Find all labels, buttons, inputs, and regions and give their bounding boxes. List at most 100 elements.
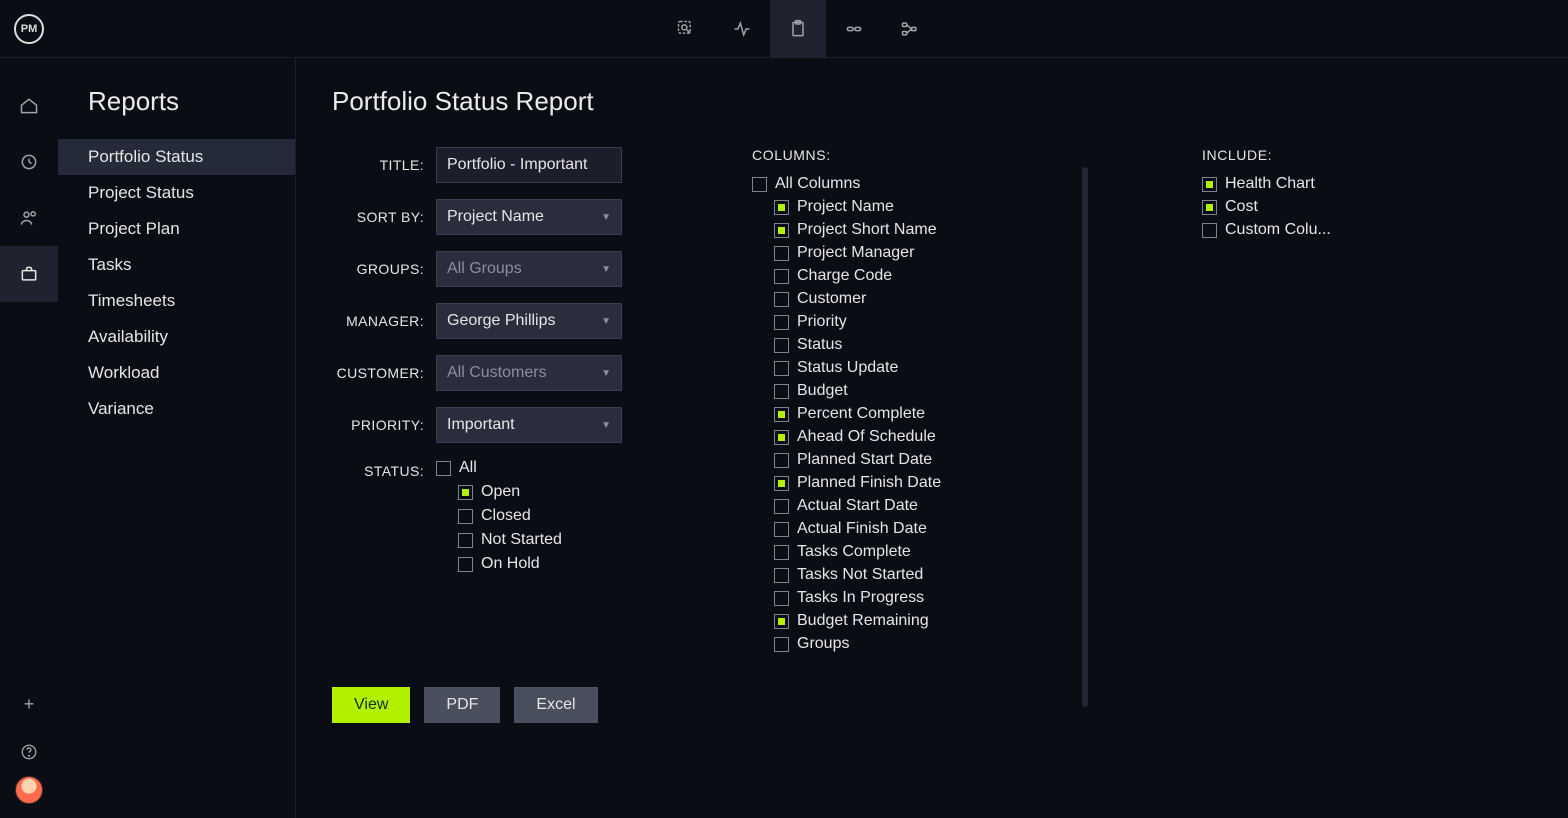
checkbox-option[interactable]: Health Chart <box>1202 175 1402 193</box>
checkbox-icon <box>774 545 789 560</box>
checkbox-label: Not Started <box>481 531 562 549</box>
report-item[interactable]: Variance <box>58 391 295 427</box>
checkbox-icon <box>774 269 789 284</box>
manager-select[interactable]: George Phillips▼ <box>436 303 622 339</box>
checkbox-icon <box>774 614 789 629</box>
briefcase-icon[interactable] <box>0 246 58 302</box>
manager-label: MANAGER: <box>332 313 424 329</box>
add-icon[interactable]: + <box>0 680 58 728</box>
customer-select[interactable]: All Customers▼ <box>436 355 622 391</box>
checkbox-label: Actual Start Date <box>797 497 918 515</box>
checkbox-option[interactable]: All <box>436 459 622 477</box>
title-input[interactable]: Portfolio - Important <box>436 147 622 183</box>
checkbox-label: Status <box>797 336 842 354</box>
checkbox-option[interactable]: Customer <box>752 290 1072 308</box>
flow-icon[interactable] <box>882 0 938 58</box>
checkbox-label: Actual Finish Date <box>797 520 927 538</box>
checkbox-icon <box>458 533 473 548</box>
view-button[interactable]: View <box>332 687 410 723</box>
report-item[interactable]: Timesheets <box>58 283 295 319</box>
checkbox-label: Project Short Name <box>797 221 937 239</box>
groups-select[interactable]: All Groups▼ <box>436 251 622 287</box>
checkbox-label: Tasks Complete <box>797 543 911 561</box>
clipboard-icon[interactable] <box>770 0 826 58</box>
checkbox-option[interactable]: Budget Remaining <box>752 612 1072 630</box>
sort-select[interactable]: Project Name▼ <box>436 199 622 235</box>
chevron-down-icon: ▼ <box>601 368 611 379</box>
checkbox-option[interactable]: Project Manager <box>752 244 1072 262</box>
checkbox-option[interactable]: All Columns <box>752 175 1072 193</box>
checkbox-option[interactable]: Status <box>752 336 1072 354</box>
checkbox-label: Budget Remaining <box>797 612 929 630</box>
excel-button[interactable]: Excel <box>514 687 597 723</box>
checkbox-option[interactable]: Priority <box>752 313 1072 331</box>
pdf-button[interactable]: PDF <box>424 687 500 723</box>
checkbox-label: Tasks Not Started <box>797 566 923 584</box>
chevron-down-icon: ▼ <box>601 420 611 431</box>
checkbox-option[interactable]: Actual Finish Date <box>752 520 1072 538</box>
checkbox-icon <box>774 591 789 606</box>
sidebar-title: Reports <box>58 86 295 139</box>
checkbox-icon <box>774 453 789 468</box>
link-icon[interactable] <box>826 0 882 58</box>
checkbox-option[interactable]: On Hold <box>436 555 622 573</box>
checkbox-label: Project Name <box>797 198 894 216</box>
checkbox-label: All Columns <box>775 175 860 193</box>
report-item[interactable]: Availability <box>58 319 295 355</box>
checkbox-icon <box>774 223 789 238</box>
checkbox-option[interactable]: Custom Colu... <box>1202 221 1402 239</box>
checkbox-icon <box>774 361 789 376</box>
report-item[interactable]: Tasks <box>58 247 295 283</box>
report-item[interactable]: Workload <box>58 355 295 391</box>
report-item[interactable]: Portfolio Status <box>58 139 295 175</box>
checkbox-option[interactable]: Project Name <box>752 198 1072 216</box>
checkbox-option[interactable]: Tasks In Progress <box>752 589 1072 607</box>
checkbox-icon <box>1202 200 1217 215</box>
checkbox-option[interactable]: Open <box>436 483 622 501</box>
checkbox-icon <box>458 485 473 500</box>
checkbox-option[interactable]: Budget <box>752 382 1072 400</box>
search-icon[interactable] <box>658 0 714 58</box>
checkbox-label: Health Chart <box>1225 175 1315 193</box>
checkbox-label: Priority <box>797 313 847 331</box>
checkbox-option[interactable]: Tasks Not Started <box>752 566 1072 584</box>
checkbox-option[interactable]: Ahead Of Schedule <box>752 428 1072 446</box>
home-icon[interactable] <box>0 78 58 134</box>
clock-icon[interactable] <box>0 134 58 190</box>
checkbox-label: Project Manager <box>797 244 914 262</box>
checkbox-label: Budget <box>797 382 848 400</box>
checkbox-icon <box>774 292 789 307</box>
report-item[interactable]: Project Status <box>58 175 295 211</box>
checkbox-option[interactable]: Closed <box>436 507 622 525</box>
checkbox-option[interactable]: Not Started <box>436 531 622 549</box>
checkbox-option[interactable]: Project Short Name <box>752 221 1072 239</box>
avatar[interactable] <box>15 776 43 804</box>
help-icon[interactable] <box>0 728 58 776</box>
checkbox-option[interactable]: Percent Complete <box>752 405 1072 423</box>
main-content: Portfolio Status Report TITLE: Portfolio… <box>296 58 1568 818</box>
checkbox-icon <box>774 200 789 215</box>
checkbox-icon <box>774 430 789 445</box>
priority-select[interactable]: Important▼ <box>436 407 622 443</box>
checkbox-option[interactable]: Status Update <box>752 359 1072 377</box>
checkbox-option[interactable]: Planned Start Date <box>752 451 1072 469</box>
scrollbar[interactable] <box>1082 167 1088 707</box>
activity-icon[interactable] <box>714 0 770 58</box>
checkbox-option[interactable]: Charge Code <box>752 267 1072 285</box>
people-icon[interactable] <box>0 190 58 246</box>
checkbox-icon <box>774 315 789 330</box>
checkbox-label: Planned Start Date <box>797 451 932 469</box>
checkbox-label: Ahead Of Schedule <box>797 428 936 446</box>
customer-label: CUSTOMER: <box>332 365 424 381</box>
checkbox-option[interactable]: Tasks Complete <box>752 543 1072 561</box>
checkbox-label: Tasks In Progress <box>797 589 924 607</box>
checkbox-option[interactable]: Cost <box>1202 198 1402 216</box>
checkbox-option[interactable]: Actual Start Date <box>752 497 1072 515</box>
checkbox-option[interactable]: Planned Finish Date <box>752 474 1072 492</box>
checkbox-option[interactable]: Groups <box>752 635 1072 653</box>
logo[interactable]: PM <box>0 0 58 58</box>
groups-label: GROUPS: <box>332 261 424 277</box>
checkbox-label: Groups <box>797 635 849 653</box>
checkbox-label: All <box>459 459 477 477</box>
report-item[interactable]: Project Plan <box>58 211 295 247</box>
